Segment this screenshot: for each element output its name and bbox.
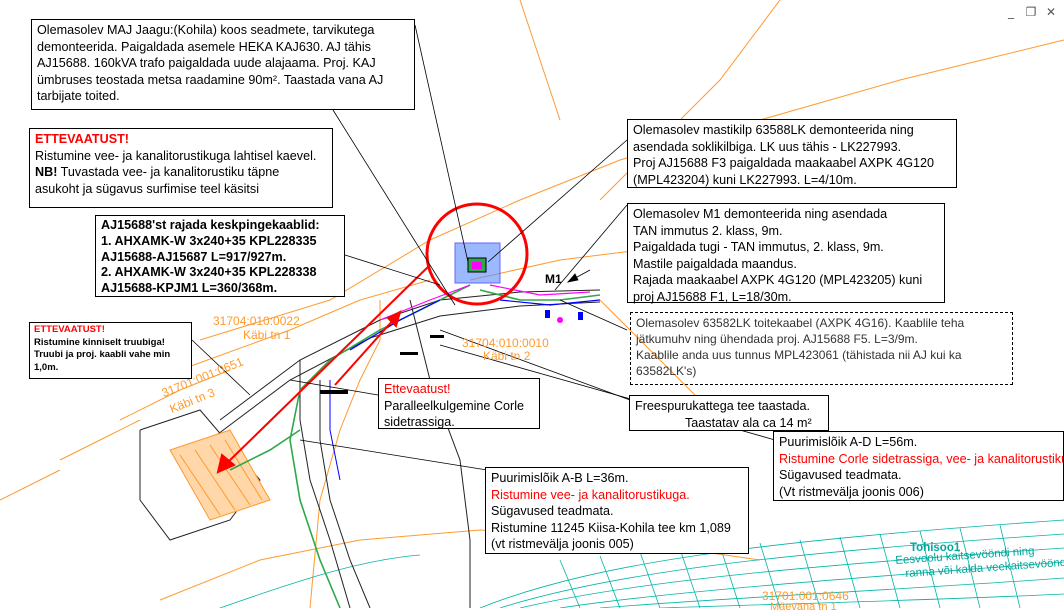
parcel-2-id: 31704:010:0010: [462, 336, 549, 350]
note-parallel-corle: Ettevaatust! Paralleelkulgemine Corle si…: [378, 378, 540, 429]
parcel-1-id: 31704:010:0022: [213, 314, 300, 328]
note-drilling-a-b: Puurimislõik A-B L=36m. Ristumine vee- j…: [485, 467, 749, 554]
minimize-button[interactable]: _: [1005, 6, 1017, 18]
parcel-2-name: Käbi tn 2: [483, 349, 531, 363]
restore-button[interactable]: ❐: [1025, 6, 1037, 18]
parcel-4-name: Mäevana tn 1: [770, 601, 837, 613]
note-m1-pole: Olemasolev M1 demonteerida ning asendada…: [627, 203, 945, 304]
note-jaagu-substation: Olemasolev MAJ Jaagu:(Kohila) koos seadm…: [31, 19, 415, 110]
note-warning-culvert: ETTEVAATUST! Ristumine kinniselt truubig…: [29, 322, 192, 379]
parcel-1-name: Käbi tn 1: [243, 328, 291, 342]
close-button[interactable]: ✕: [1045, 6, 1057, 18]
building-block: [169, 429, 271, 521]
note-mastikilp: Olemasolev mastikilp 63588LK demonteerid…: [627, 119, 957, 188]
note-mv-cables: AJ15688'st rajada keskpingekaablid: 1. A…: [95, 215, 345, 297]
note-lk63582-cable: Olemasolev 63582LK toitekaabel (AXPK 4G1…: [630, 312, 1013, 385]
note-drilling-a-d: Puurimislõik A-D L=56m. Ristumine Corle …: [773, 431, 1064, 501]
note-warning-water-crossing: ETTEVAATUST! Ristumine vee- ja kanalitor…: [29, 128, 333, 208]
note-freespuru: Freespurukattega tee taastada. Taastatav…: [629, 395, 829, 431]
warning-title: ETTEVAATUST!: [35, 132, 129, 146]
substation-symbol: [454, 242, 501, 284]
pole-label-m1: M1: [545, 272, 562, 286]
